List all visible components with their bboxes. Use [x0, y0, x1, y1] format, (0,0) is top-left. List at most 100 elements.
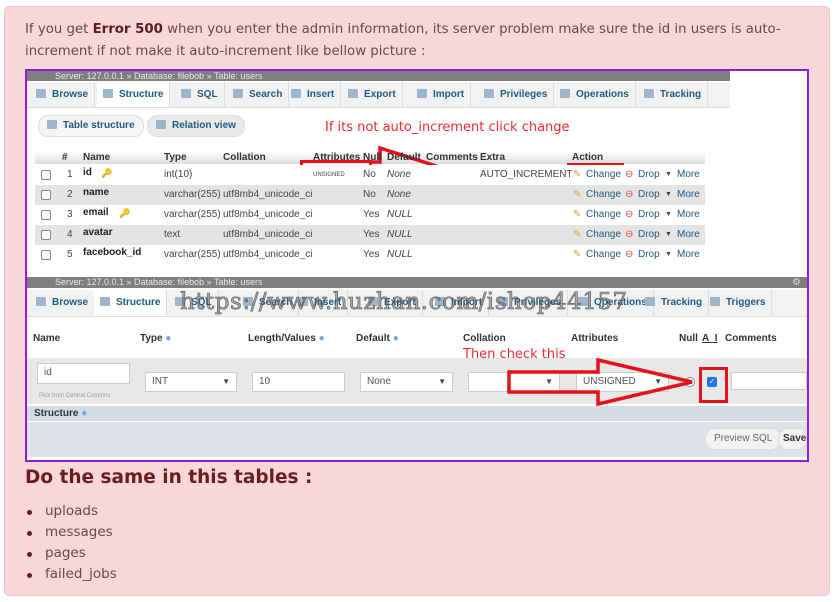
- drop-link[interactable]: Drop: [638, 245, 660, 265]
- tab-search[interactable]: Search: [227, 82, 290, 107]
- save-button[interactable]: Save: [778, 428, 807, 450]
- help-icon[interactable]: ●: [319, 333, 325, 344]
- field-null: Yes: [363, 229, 380, 240]
- change-link[interactable]: Change: [586, 205, 621, 225]
- tab-label: Triggers: [726, 297, 766, 308]
- drop-link[interactable]: Drop: [638, 205, 660, 225]
- tab-structure[interactable]: Structure: [97, 82, 171, 107]
- tab-label: Privileges: [500, 89, 548, 100]
- drop-icon: ⊖: [625, 229, 634, 240]
- tab-export[interactable]: Export: [342, 82, 403, 107]
- structure-icon: [100, 297, 110, 306]
- change-link[interactable]: Change: [586, 165, 621, 185]
- tab-label: Tracking: [661, 297, 703, 308]
- browse-icon: [36, 89, 46, 98]
- import-icon: [417, 89, 427, 98]
- tab-label: Export: [364, 89, 396, 100]
- change-link[interactable]: Change: [586, 185, 621, 205]
- tab-import[interactable]: Import: [411, 82, 472, 107]
- drop-link[interactable]: Drop: [638, 185, 660, 205]
- tab-browse[interactable]: Browse: [30, 82, 96, 107]
- tab-insert[interactable]: Insert: [285, 82, 342, 107]
- tab-tracking[interactable]: Tracking: [639, 290, 710, 316]
- column-header: Action: [572, 152, 604, 163]
- length-input[interactable]: 10: [252, 372, 345, 392]
- help-icon[interactable]: ●: [165, 333, 171, 344]
- tab-structure[interactable]: Structure: [94, 290, 168, 316]
- error-code: Error 500: [92, 22, 163, 37]
- change-link[interactable]: Change: [586, 225, 621, 245]
- search-icon: [233, 89, 243, 98]
- tab-sql[interactable]: SQL: [175, 82, 225, 107]
- tab-browse[interactable]: Browse: [30, 290, 96, 316]
- row-checkbox[interactable]: [41, 250, 51, 260]
- field-type: varchar(255): [164, 249, 221, 260]
- settings-gear-icon[interactable]: ⚙: [792, 277, 801, 288]
- field-collation: utf8mb4_unicode_ci: [223, 249, 313, 260]
- column-header: Null: [363, 152, 382, 163]
- header-ai: A_I: [702, 333, 718, 344]
- pencil-icon: ✎: [573, 229, 582, 240]
- intro-text: If you get: [25, 22, 93, 37]
- field-attributes: UNSIGNED: [313, 172, 345, 178]
- row-checkbox[interactable]: [41, 210, 51, 220]
- list-item: pages: [26, 543, 117, 564]
- row-checkbox[interactable]: [41, 230, 51, 240]
- label: Relation view: [172, 120, 236, 131]
- relation-view-button[interactable]: Relation view: [147, 115, 245, 137]
- row-number: 5: [67, 249, 73, 260]
- row-checkbox[interactable]: [41, 170, 51, 180]
- caret-down-icon: ▼: [665, 171, 672, 178]
- structure-icon: [103, 89, 113, 98]
- breadcrumb: Server: 127.0.0.1 » Database: filebob » …: [27, 277, 807, 288]
- more-link[interactable]: More: [677, 245, 700, 265]
- header-comments: Comments: [725, 333, 777, 344]
- more-link[interactable]: More: [677, 185, 700, 205]
- column-header: Default: [387, 152, 421, 163]
- default-select[interactable]: None ▼: [360, 372, 453, 392]
- row-checkbox[interactable]: [41, 190, 51, 200]
- field-null: No: [363, 189, 376, 200]
- drop-link[interactable]: Drop: [638, 165, 660, 185]
- change-link[interactable]: Change: [586, 245, 621, 265]
- label: Structure: [34, 408, 79, 419]
- tab-operations[interactable]: Operations: [554, 82, 636, 107]
- header-type: Type ●: [140, 333, 171, 344]
- column-header: Type: [164, 152, 187, 163]
- operations-icon: [560, 89, 570, 98]
- primary-key-icon: 🔑: [101, 168, 113, 178]
- field-name-input[interactable]: id: [37, 363, 130, 384]
- tab-triggers[interactable]: Triggers: [704, 290, 773, 316]
- more-link[interactable]: More: [677, 205, 700, 225]
- drop-link[interactable]: Drop: [638, 225, 660, 245]
- type-select[interactable]: INT ▼: [145, 372, 237, 392]
- label: Default: [356, 333, 390, 344]
- more-link[interactable]: More: [677, 165, 700, 185]
- intro-paragraph: If you get Error 500 when you enter the …: [25, 19, 795, 63]
- field-default: None: [387, 169, 411, 180]
- row-number: 3: [67, 209, 73, 220]
- red-arrow-icon: [507, 357, 693, 407]
- pick-central-columns-link[interactable]: Pick from Central Columns: [39, 393, 110, 399]
- field-type: int(10): [164, 169, 193, 180]
- drop-icon: ⊖: [625, 209, 634, 220]
- field-collation: utf8mb4_unicode_ci: [223, 209, 313, 220]
- tab-privileges[interactable]: Privileges: [478, 82, 555, 107]
- more-link[interactable]: More: [677, 225, 700, 245]
- drop-icon: ⊖: [625, 189, 634, 200]
- header-length: Length/Values ●: [248, 333, 325, 344]
- value: INT: [152, 376, 169, 387]
- field-collation: utf8mb4_unicode_ci: [223, 229, 313, 240]
- tab-tracking[interactable]: Tracking: [638, 82, 709, 107]
- field-null: No: [363, 169, 376, 180]
- field-name: name: [83, 187, 110, 198]
- help-icon[interactable]: ●: [81, 408, 87, 419]
- drop-icon: ⊖: [625, 249, 634, 260]
- comments-input[interactable]: [731, 372, 807, 390]
- field-type: varchar(255): [164, 189, 221, 200]
- help-icon[interactable]: ●: [393, 333, 399, 344]
- preview-sql-button[interactable]: Preview SQL: [705, 428, 782, 450]
- sql-icon: [181, 89, 191, 98]
- field-default: NULL: [387, 209, 413, 220]
- table-structure-button[interactable]: Table structure: [38, 115, 144, 137]
